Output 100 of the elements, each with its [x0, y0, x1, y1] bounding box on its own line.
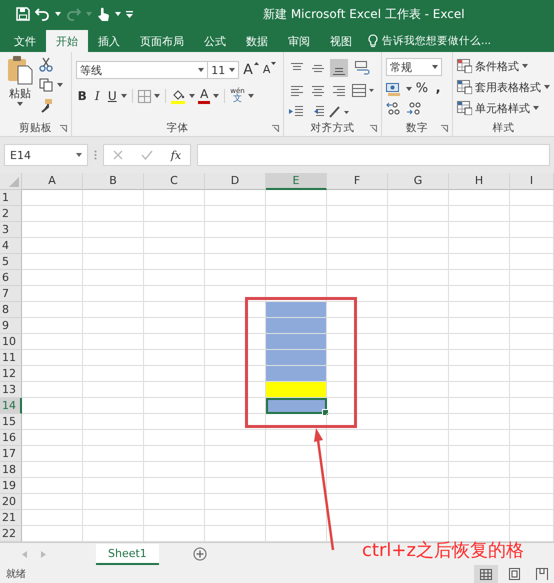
empty-cell[interactable] [388, 398, 449, 414]
add-sheet-icon[interactable] [192, 547, 207, 561]
ribbon-tab[interactable]: 页面布局 [130, 30, 194, 52]
empty-cell[interactable] [388, 222, 449, 238]
empty-cell[interactable] [83, 414, 144, 430]
empty-cell[interactable] [449, 334, 510, 350]
row-header[interactable]: 6 [0, 270, 22, 286]
merge-cells-icon[interactable] [352, 84, 374, 98]
empty-cell[interactable] [449, 350, 510, 366]
empty-cell[interactable] [388, 190, 449, 206]
ribbon-tab[interactable]: 审阅 [278, 30, 320, 52]
empty-cell[interactable] [327, 510, 388, 526]
empty-cell[interactable] [449, 414, 510, 430]
insert-function-button[interactable]: fx [170, 148, 182, 162]
empty-cell[interactable] [510, 270, 554, 286]
empty-cell[interactable] [205, 430, 266, 446]
empty-cell[interactable] [83, 510, 144, 526]
align-left-icon[interactable] [290, 84, 304, 97]
empty-cell[interactable] [144, 318, 205, 334]
cancel-icon[interactable] [112, 150, 123, 160]
empty-cell[interactable] [388, 462, 449, 478]
row-header[interactable]: 3 [0, 222, 22, 238]
decrease-decimal-icon[interactable] [406, 102, 422, 115]
empty-cell[interactable] [327, 222, 388, 238]
comma-button[interactable]: , [432, 81, 444, 97]
empty-cell[interactable] [388, 254, 449, 270]
align-bottom-icon[interactable] [330, 59, 348, 78]
empty-cell[interactable] [327, 206, 388, 222]
empty-cell[interactable] [83, 318, 144, 334]
empty-cell[interactable] [144, 286, 205, 302]
row-header[interactable]: 2 [0, 206, 22, 222]
enter-checkmark-icon[interactable] [140, 150, 153, 160]
scissors-icon[interactable] [39, 57, 53, 72]
empty-cell[interactable] [327, 414, 388, 430]
empty-cell[interactable] [449, 494, 510, 510]
row-header[interactable]: 17 [0, 446, 22, 462]
empty-cell[interactable] [510, 334, 554, 350]
empty-cell[interactable] [510, 302, 554, 318]
empty-cell[interactable] [388, 430, 449, 446]
align-right-icon[interactable] [332, 84, 346, 97]
empty-cell[interactable] [510, 382, 554, 398]
empty-cell[interactable] [327, 238, 388, 254]
ribbon-tab[interactable]: 文件 [4, 30, 46, 52]
empty-cell[interactable] [449, 446, 510, 462]
dialog-launcher-icon[interactable] [272, 125, 279, 132]
shrink-font-button[interactable]: A [262, 62, 276, 78]
empty-cell[interactable] [388, 302, 449, 318]
copy-icon[interactable] [39, 78, 53, 92]
empty-cell[interactable] [327, 286, 388, 302]
empty-cell[interactable] [388, 286, 449, 302]
empty-cell[interactable] [266, 462, 327, 478]
empty-cell[interactable] [327, 254, 388, 270]
empty-cell[interactable] [449, 286, 510, 302]
empty-cell[interactable] [205, 190, 266, 206]
row-header[interactable]: 13 [0, 382, 22, 398]
row-header[interactable]: 9 [0, 318, 22, 334]
empty-cell[interactable] [449, 238, 510, 254]
row-header[interactable]: 5 [0, 254, 22, 270]
empty-cell[interactable] [388, 318, 449, 334]
empty-cell[interactable] [83, 478, 144, 494]
wrap-text-icon[interactable] [354, 61, 371, 76]
empty-cell[interactable] [388, 270, 449, 286]
empty-cell[interactable] [83, 254, 144, 270]
empty-cell[interactable] [144, 190, 205, 206]
caret-icon[interactable] [57, 83, 63, 87]
dialog-launcher-icon[interactable] [370, 125, 377, 132]
empty-cell[interactable] [388, 414, 449, 430]
empty-cell[interactable] [327, 462, 388, 478]
empty-cell[interactable] [83, 270, 144, 286]
empty-cell[interactable] [266, 446, 327, 462]
empty-cell[interactable] [83, 190, 144, 206]
empty-cell[interactable] [327, 478, 388, 494]
empty-cell[interactable] [83, 286, 144, 302]
empty-cell[interactable] [449, 478, 510, 494]
name-box[interactable]: E14 [4, 144, 88, 166]
normal-view-button[interactable] [474, 565, 498, 583]
empty-cell[interactable] [205, 206, 266, 222]
empty-cell[interactable] [83, 334, 144, 350]
font-color-button[interactable]: A [198, 88, 210, 104]
ribbon-tab[interactable]: 数据 [236, 30, 278, 52]
empty-cell[interactable] [449, 398, 510, 414]
empty-cell[interactable] [266, 414, 327, 430]
empty-cell[interactable] [510, 478, 554, 494]
empty-cell[interactable] [205, 446, 266, 462]
empty-cell[interactable] [144, 350, 205, 366]
text-orientation-icon[interactable] [328, 104, 350, 119]
align-center-icon[interactable] [310, 84, 325, 97]
empty-cell[interactable] [510, 318, 554, 334]
empty-cell[interactable] [83, 382, 144, 398]
empty-cell[interactable] [510, 238, 554, 254]
empty-cell[interactable] [510, 462, 554, 478]
empty-cell[interactable] [144, 254, 205, 270]
row-header[interactable]: 1 [0, 190, 22, 206]
paste-button[interactable]: 粘贴 [4, 55, 36, 120]
column-header[interactable]: F [327, 173, 388, 190]
empty-cell[interactable] [510, 350, 554, 366]
empty-cell[interactable] [449, 254, 510, 270]
increase-decimal-icon[interactable] [386, 102, 402, 115]
empty-cell[interactable] [83, 446, 144, 462]
empty-cell[interactable] [83, 206, 144, 222]
